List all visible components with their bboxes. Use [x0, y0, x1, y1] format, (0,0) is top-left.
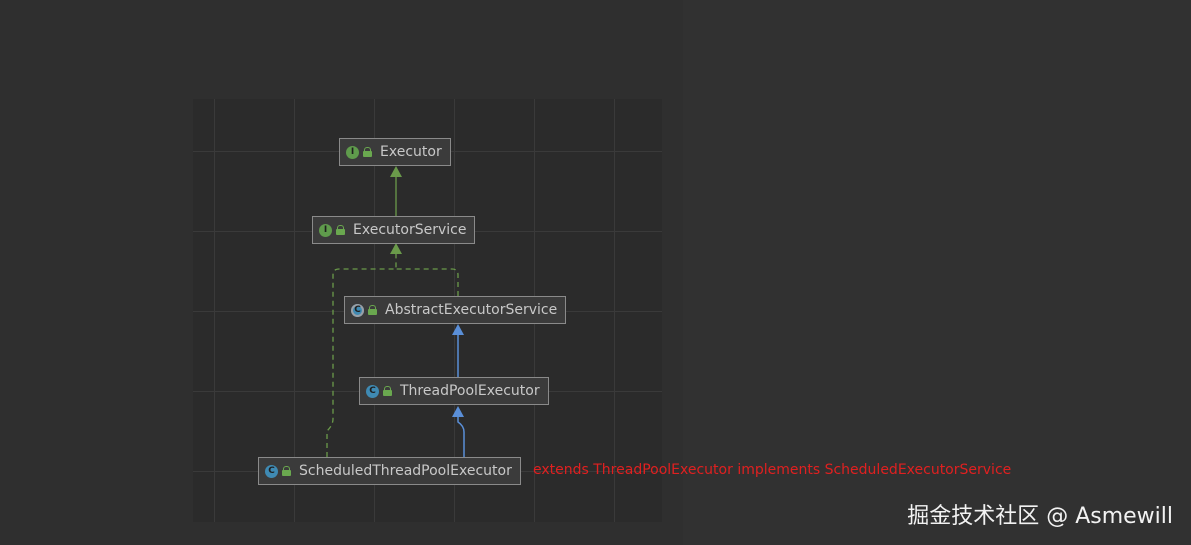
node-label: Executor: [380, 144, 442, 160]
node-abstractexecutorservice[interactable]: C AbstractExecutorService: [344, 296, 567, 324]
class-icon: C: [265, 464, 278, 478]
class-icon: C: [366, 384, 379, 398]
abstract-class-icon: C: [351, 303, 364, 317]
node-executorservice[interactable]: I ExecutorService: [312, 216, 476, 244]
public-lock-icon: [383, 386, 392, 396]
public-lock-icon: [282, 466, 291, 476]
public-lock-icon: [363, 147, 372, 157]
public-lock-icon: [336, 225, 345, 235]
node-threadpoolexecutor[interactable]: C ThreadPoolExecutor: [359, 377, 549, 405]
public-lock-icon: [368, 305, 377, 315]
node-label: ExecutorService: [353, 222, 467, 238]
interface-icon: I: [346, 145, 359, 159]
node-label: ThreadPoolExecutor: [400, 383, 540, 399]
watermark: 掘金技术社区 @ Asmewill: [907, 504, 1173, 529]
inheritance-annotation: extends ThreadPoolExecutor implements Sc…: [533, 462, 1012, 478]
node-label: AbstractExecutorService: [385, 302, 558, 318]
node-executor[interactable]: I Executor: [339, 138, 451, 166]
node-label: ScheduledThreadPoolExecutor: [299, 463, 512, 479]
interface-icon: I: [319, 223, 332, 237]
node-scheduledthreadpoolexecutor[interactable]: C ScheduledThreadPoolExecutor: [258, 457, 521, 485]
